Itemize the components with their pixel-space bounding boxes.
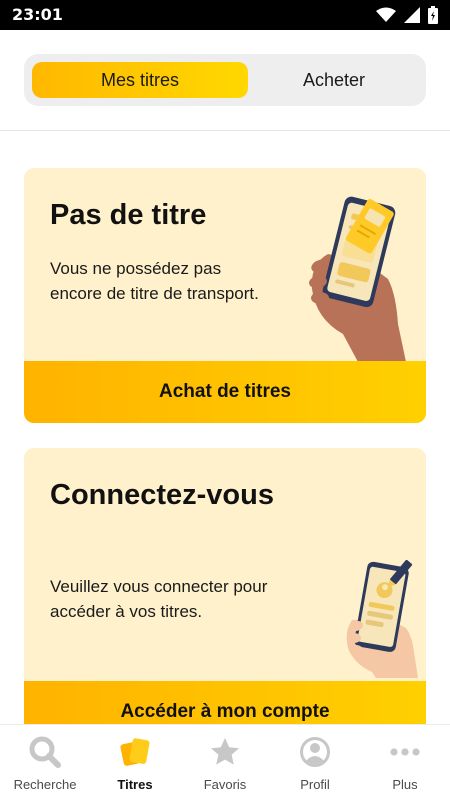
nav-item-profil[interactable]: Profil bbox=[270, 725, 360, 800]
status-bar: 23:01 bbox=[0, 0, 450, 30]
status-icons bbox=[376, 6, 438, 24]
header-divider bbox=[0, 130, 450, 131]
search-icon bbox=[28, 735, 62, 769]
nav-label-recherche: Recherche bbox=[13, 777, 77, 792]
nav-item-titres[interactable]: Titres bbox=[90, 725, 180, 800]
phone-ticket-illustration bbox=[309, 196, 406, 362]
nav-item-plus[interactable]: Plus bbox=[360, 725, 450, 800]
nav-label-plus: Plus bbox=[392, 777, 418, 792]
more-icon bbox=[388, 735, 422, 769]
signal-icon bbox=[404, 7, 420, 23]
tickets-icon bbox=[118, 735, 152, 769]
wifi-icon bbox=[376, 7, 396, 22]
profile-icon bbox=[298, 735, 332, 769]
nav-label-favoris: Favoris bbox=[203, 777, 247, 792]
no-ticket-title: Pas de titre bbox=[50, 199, 207, 231]
nav-label-titres: Titres bbox=[117, 777, 153, 792]
nav-item-favoris[interactable]: Favoris bbox=[180, 725, 270, 800]
status-time: 23:01 bbox=[12, 5, 63, 24]
buy-tickets-button[interactable]: Achat de titres bbox=[24, 361, 426, 423]
no-ticket-text: Vous ne possédez pas encore de titre de … bbox=[50, 259, 259, 303]
bottom-navigation: Recherche Titres Favoris Profil Plus bbox=[0, 724, 450, 800]
login-text: Veuillez vous connecter pour accéder à v… bbox=[50, 577, 268, 621]
phone-login-illustration bbox=[346, 560, 418, 678]
tab-mes-titres[interactable]: Mes titres bbox=[32, 62, 248, 98]
star-icon bbox=[208, 735, 242, 769]
login-title: Connectez-vous bbox=[50, 479, 274, 511]
tab-acheter[interactable]: Acheter bbox=[250, 62, 418, 98]
ticket-tab-switch: Mes titres Acheter bbox=[24, 54, 426, 106]
no-ticket-card: Pas de titre Vous ne possédez pas encore… bbox=[24, 168, 426, 423]
login-card: Connectez-vous Veuillez vous connecter p… bbox=[24, 448, 426, 748]
battery-icon bbox=[428, 6, 438, 24]
nav-label-profil: Profil bbox=[300, 777, 330, 792]
nav-item-recherche[interactable]: Recherche bbox=[0, 725, 90, 800]
